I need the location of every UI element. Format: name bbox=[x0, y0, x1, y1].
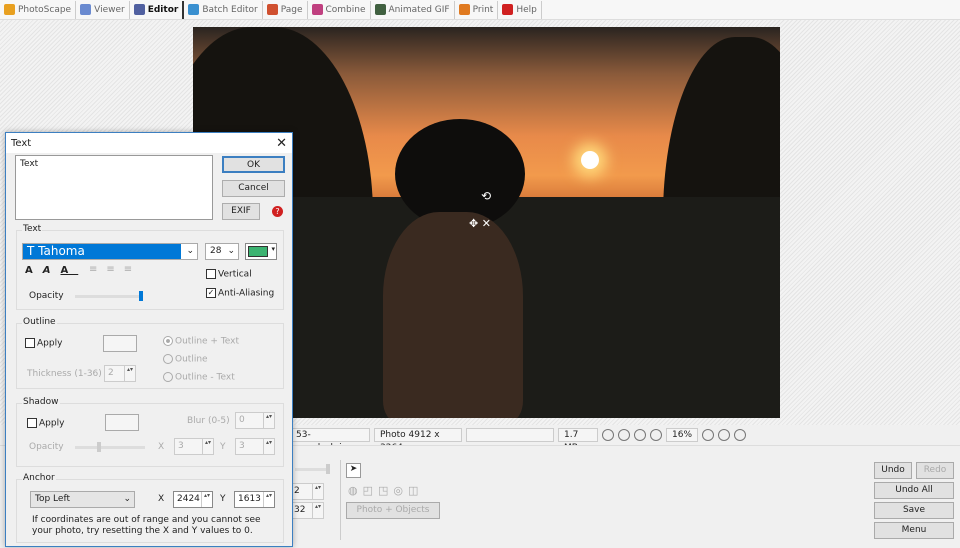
opacity-slider[interactable] bbox=[75, 291, 143, 301]
thickness-label: Thickness (1-36) bbox=[27, 369, 102, 379]
shadow-x-label: X bbox=[158, 442, 165, 452]
tab-photoscape[interactable]: PhotoScape bbox=[0, 0, 77, 19]
text-color-button[interactable]: ▾ bbox=[245, 243, 277, 260]
anchor-group-label: Anchor bbox=[22, 473, 56, 483]
dialog-title: Text bbox=[11, 137, 32, 149]
info-icon[interactable] bbox=[734, 428, 746, 441]
help-icon[interactable]: ? bbox=[272, 206, 283, 217]
tab-combine[interactable]: Combine bbox=[308, 0, 371, 19]
anchor-note: If coordinates are out of range and you … bbox=[32, 515, 261, 536]
tab-help[interactable]: Help bbox=[498, 0, 542, 19]
bottom-spin-2[interactable]: 32 bbox=[290, 502, 324, 519]
anchor-y-spin[interactable]: 1613 bbox=[234, 491, 275, 508]
file-size: 1.7 MB bbox=[558, 427, 598, 453]
style-buttons[interactable]: AAA bbox=[25, 265, 78, 276]
outline-color-button[interactable] bbox=[103, 335, 137, 352]
font-size-select[interactable]: 28 ⌄ bbox=[205, 243, 239, 260]
tab-batch-editor[interactable]: Batch Editor bbox=[184, 0, 263, 19]
photoscape-icon bbox=[4, 4, 15, 15]
text-input[interactable]: Text bbox=[15, 155, 213, 220]
print-icon bbox=[458, 4, 470, 15]
checker-icon[interactable] bbox=[602, 428, 614, 441]
tab-print[interactable]: Print bbox=[455, 0, 499, 19]
ok-button[interactable]: OK bbox=[222, 156, 285, 173]
object-tools[interactable]: ◍◰◳◎◫ bbox=[348, 484, 423, 497]
page-icon bbox=[266, 4, 278, 15]
text-group-label: Text bbox=[22, 224, 43, 234]
font-name: Tahoma bbox=[38, 244, 85, 258]
exif-button[interactable]: EXIF bbox=[222, 203, 260, 220]
outline-minus-text-radio[interactable]: Outline - Text bbox=[163, 372, 235, 383]
chevron-down-icon: ⌄ bbox=[227, 246, 235, 256]
photo-objects-button[interactable]: Photo + Objects bbox=[346, 502, 440, 519]
blur-spin[interactable]: 0 bbox=[235, 412, 275, 429]
redo-button[interactable]: Redo bbox=[916, 462, 954, 479]
pointer-tool-button[interactable]: ➤ bbox=[346, 463, 361, 478]
thickness-spin[interactable]: 2 bbox=[104, 365, 136, 382]
text-dialog: Text ✕ Text OK Cancel EXIF ? Text T Tahom… bbox=[5, 132, 293, 547]
help-icon bbox=[502, 4, 514, 15]
anchor-select[interactable]: Top Left ⌄ bbox=[30, 491, 135, 508]
shadow-opacity-label: Opacity bbox=[29, 442, 64, 452]
filename: 53-unsplash.jpg bbox=[290, 427, 370, 453]
shadow-group-label: Shadow bbox=[22, 397, 60, 407]
editor-icon bbox=[133, 4, 145, 15]
opacity-label: Opacity bbox=[29, 291, 64, 301]
tab-viewer[interactable]: Viewer bbox=[76, 0, 130, 19]
menu-button[interactable]: Menu bbox=[874, 522, 954, 539]
shadow-y-label: Y bbox=[220, 442, 226, 452]
bottom-slider[interactable] bbox=[295, 464, 330, 474]
actual-size-icon[interactable] bbox=[634, 428, 646, 441]
shadow-color-button[interactable] bbox=[105, 414, 139, 431]
shadow-x-spin[interactable]: 3 bbox=[174, 438, 214, 455]
outline-apply-checkbox[interactable]: Apply bbox=[25, 338, 62, 349]
tab-editor[interactable]: Editor bbox=[130, 0, 185, 19]
undo-button[interactable]: Undo bbox=[874, 462, 912, 479]
animated-gif-icon bbox=[374, 4, 386, 15]
undo-all-button[interactable]: Undo All bbox=[874, 482, 954, 499]
outline-group-label: Outline bbox=[22, 317, 57, 327]
shadow-opacity-slider[interactable] bbox=[75, 442, 145, 452]
anchor-x-spin[interactable]: 2424 bbox=[173, 491, 213, 508]
outline-text-radio[interactable]: Outline + Text bbox=[163, 336, 239, 347]
photo-dimensions: Photo 4912 x 3264 bbox=[374, 427, 462, 453]
viewer-icon bbox=[80, 4, 92, 15]
status-empty bbox=[466, 427, 554, 442]
anchor-y-label: Y bbox=[220, 494, 226, 504]
vertical-checkbox[interactable]: Vertical bbox=[206, 269, 252, 280]
cancel-button[interactable]: Cancel bbox=[222, 180, 285, 197]
tab-animated-gif[interactable]: Animated GIF bbox=[371, 0, 455, 19]
status-bar: 53-unsplash.jpg Photo 4912 x 3264 1.7 MB… bbox=[290, 427, 746, 453]
zoom-out-icon[interactable] bbox=[718, 428, 730, 441]
chevron-down-icon: ⌄ bbox=[123, 494, 131, 504]
font-icon: T bbox=[27, 244, 39, 258]
zoom-fit-icon[interactable] bbox=[650, 428, 662, 441]
shadow-apply-checkbox[interactable]: Apply bbox=[27, 418, 64, 429]
sun bbox=[581, 151, 599, 169]
batch-editor-icon bbox=[188, 4, 200, 15]
anti-aliasing-checkbox[interactable]: ✓ Anti-Aliasing bbox=[206, 288, 274, 299]
outline-radio[interactable]: Outline bbox=[163, 354, 208, 365]
chevron-down-icon: ⌄ bbox=[186, 246, 194, 256]
combine-icon bbox=[311, 4, 323, 15]
rotate-handle[interactable]: ⟲ bbox=[481, 189, 491, 203]
bottom-spin-1[interactable]: 2 bbox=[290, 483, 324, 500]
zoom-level: 16% bbox=[666, 427, 698, 442]
align-buttons[interactable]: ≡≡≡ bbox=[89, 264, 141, 275]
font-select[interactable]: T Tahoma ⌄ bbox=[22, 243, 198, 260]
shadow-y-spin[interactable]: 3 bbox=[235, 438, 275, 455]
main-tabs: PhotoScape Viewer Editor Batch Editor Page Co… bbox=[0, 0, 960, 20]
blur-label: Blur (0-5) bbox=[187, 416, 230, 426]
close-icon[interactable]: ✕ bbox=[276, 136, 287, 151]
fit-icon[interactable] bbox=[618, 428, 630, 441]
save-button[interactable]: Save bbox=[874, 502, 954, 519]
tab-page[interactable]: Page bbox=[263, 0, 308, 19]
anchor-x-label: X bbox=[158, 494, 165, 504]
move-handle[interactable]: ✥ ✕ bbox=[469, 217, 491, 230]
zoom-in-icon[interactable] bbox=[702, 428, 714, 441]
